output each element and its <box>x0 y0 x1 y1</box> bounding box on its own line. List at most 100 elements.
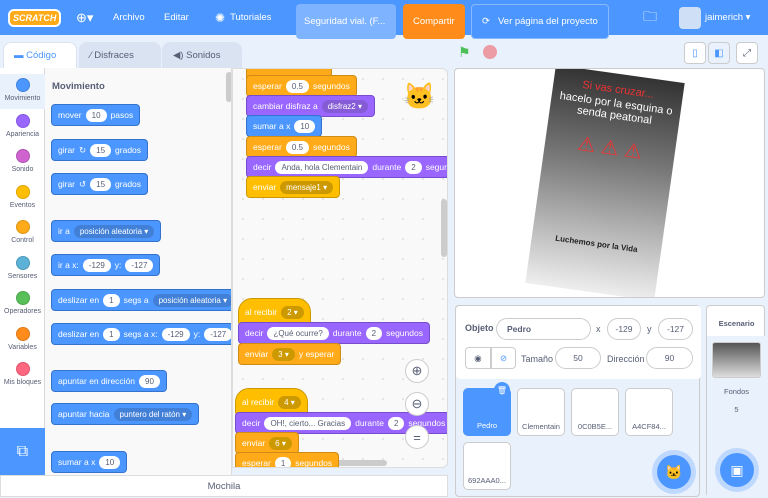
block-dropdown[interactable]: 6 ▾ <box>269 436 292 450</box>
block-input[interactable]: 15 <box>90 177 112 191</box>
tab-sonidos[interactable]: ◀) Sonidos <box>162 42 242 68</box>
block-ir-a[interactable]: ir a posición aleatoria ▾ <box>51 220 162 242</box>
block-input[interactable]: 10 <box>294 119 316 133</box>
share-button[interactable]: Compartir <box>403 4 465 39</box>
block-apuntar-hacia[interactable]: apuntar hacia puntero del ratón ▾ <box>51 403 200 425</box>
warning-icon: ⚠ ⚠ ⚠ <box>576 132 644 164</box>
block-apuntar-direccion[interactable]: apuntar en dirección 90 <box>51 370 167 392</box>
block-cambiar-disfraz[interactable]: cambiar disfraz a disfraz2 ▾ <box>246 95 375 117</box>
tab-disfraces[interactable]: ⁄ Disfraces <box>79 42 161 68</box>
category-control[interactable]: Control <box>0 216 45 251</box>
sprite-name-input[interactable]: Pedro <box>496 318 591 340</box>
block-input[interactable]: 0.5 <box>285 140 309 154</box>
block-input[interactable]: 10 <box>85 108 107 122</box>
large-stage-button[interactable]: ◧ <box>708 42 730 64</box>
block-input[interactable]: -127 <box>125 258 154 272</box>
block-enviar-y-esperar[interactable]: enviar 3 ▾ y esperar <box>238 343 342 365</box>
category-sensores[interactable]: Sensores <box>0 252 45 287</box>
block-dropdown[interactable]: puntero del ratón ▾ <box>113 407 193 421</box>
block-mover[interactable]: mover 10 pasos <box>51 104 141 126</box>
tab-codigo[interactable]: ▬ Código <box>3 42 77 68</box>
user-menu[interactable]: jaimerich ▾ <box>679 0 750 35</box>
zoom-out-button[interactable]: ⊖ <box>405 392 429 416</box>
block-sumar-x[interactable]: sumar a x 10 <box>246 115 323 137</box>
size-input[interactable]: 50 <box>555 347 601 369</box>
block-input[interactable]: -129 <box>82 258 111 272</box>
block-input[interactable]: 2 <box>387 416 405 430</box>
small-stage-button[interactable]: ▯ <box>684 42 706 64</box>
block-dropdown[interactable]: 4 ▾ <box>278 395 301 409</box>
block-decir[interactable]: decir ¿Qué ocurre? durante 2 segundos <box>238 322 430 344</box>
add-extension-button[interactable]: ⧉ <box>0 428 45 475</box>
block-sumar-x[interactable]: sumar a x 10 <box>51 451 128 473</box>
block-dropdown[interactable]: 2 ▾ <box>281 305 304 319</box>
block-input[interactable]: 1 <box>103 327 120 341</box>
fullscreen-button[interactable]: ⤢ <box>736 42 758 64</box>
zoom-in-button[interactable]: ⊕ <box>405 359 429 383</box>
delete-sprite-icon[interactable]: 🗑 <box>494 382 510 398</box>
block-input[interactable]: 2 <box>405 160 422 174</box>
block-decir[interactable]: decirAnda, hola Clementaindurante2segund… <box>246 156 447 178</box>
category-eventos[interactable]: Eventos <box>0 181 45 216</box>
add-backdrop-button[interactable]: ▣ <box>720 453 754 487</box>
block-input[interactable]: 2 <box>365 326 383 340</box>
menu-archivo[interactable]: Archivo <box>113 0 145 35</box>
category-sonido[interactable]: Sonido <box>0 145 45 180</box>
block-esperar[interactable]: esperar 0.5 segundos <box>246 75 357 97</box>
category-operadores[interactable]: Operadores <box>0 287 45 322</box>
green-flag-icon[interactable]: ⚑ <box>458 44 471 61</box>
category-mis-bloques[interactable]: Mis bloques <box>0 358 45 393</box>
stage-pane[interactable]: Escenario Fondos 5 ▣ <box>706 305 766 498</box>
menu-editar[interactable]: Editar <box>164 0 189 35</box>
project-title-input[interactable]: Seguridad vial. (F... <box>296 4 396 39</box>
block-dropdown[interactable]: disfraz2 ▾ <box>321 99 368 113</box>
block-girar-izquierda[interactable]: girar ↺ 15 grados <box>51 173 149 195</box>
stage-canvas[interactable]: Si vas cruzar... hacelo por la esquina o… <box>454 68 765 298</box>
block-deslizar-posicion[interactable]: deslizar en 1 segs a posición aleatoria ▾ <box>51 289 231 311</box>
category-variables[interactable]: Variables <box>0 323 45 358</box>
block-input[interactable]: 90 <box>139 374 160 388</box>
globe-icon[interactable]: ⊕▾ <box>76 0 93 35</box>
block-input[interactable]: OH!, cierto... Gracias <box>264 416 352 430</box>
block-input[interactable]: ¿Qué ocurre? <box>267 326 329 340</box>
block-input[interactable]: 0.5 <box>285 79 309 93</box>
scratch-logo[interactable]: SCRATCH <box>8 8 62 27</box>
folder-icon[interactable]: 🗀 <box>643 0 657 35</box>
block-ir-a-xy[interactable]: ir a x: -129 y: -127 <box>51 254 161 276</box>
block-input[interactable]: 1 <box>274 456 292 467</box>
block-input[interactable]: -127 <box>204 327 231 341</box>
sprite-tile[interactable]: 692AAA0... <box>463 442 511 490</box>
block-input[interactable]: -129 <box>161 327 190 341</box>
zoom-reset-button[interactable]: = <box>405 425 429 449</box>
y-input[interactable]: -127 <box>658 318 693 340</box>
block-input[interactable]: 10 <box>99 455 121 469</box>
block-dropdown[interactable]: mensaje1 ▾ <box>280 180 334 194</box>
block-enviar[interactable]: enviar mensaje1 ▾ <box>246 176 341 198</box>
menu-tutoriales[interactable]: ✺ Tutoriales <box>215 0 271 35</box>
block-dropdown[interactable]: 3 ▾ <box>272 347 295 361</box>
sprite-tile[interactable]: Clementain <box>517 388 565 436</box>
mochila-backpack[interactable]: Mochila <box>0 475 448 497</box>
category-apariencia[interactable]: Apariencia <box>0 110 45 145</box>
block-esperar[interactable]: esperar 1 segundos <box>235 452 340 467</box>
view-project-page-button[interactable]: ⟳ Ver página del proyecto <box>471 4 609 39</box>
block-dropdown[interactable]: posición aleatoria ▾ <box>152 293 231 307</box>
block-deslizar-xy[interactable]: deslizar en 1 segs a x: -129 y: -127 <box>51 323 231 345</box>
block-input[interactable]: 1 <box>103 293 120 307</box>
block-girar-derecha[interactable]: girar ↻ 15 grados <box>51 139 149 161</box>
stop-icon[interactable] <box>483 45 497 59</box>
hide-sprite-button[interactable]: ⊘ <box>491 347 516 369</box>
vertical-scrollbar[interactable] <box>441 199 447 257</box>
direction-input[interactable]: 90 <box>646 347 693 369</box>
block-input[interactable]: Anda, hola Clementain <box>275 160 369 174</box>
sprite-tile[interactable]: A4CF84... <box>625 388 673 436</box>
block-input[interactable]: 15 <box>90 143 112 157</box>
x-input[interactable]: -129 <box>607 318 641 340</box>
add-sprite-button[interactable]: 🐱 <box>657 455 691 489</box>
sprite-tile[interactable]: 0C0B5E... <box>571 388 619 436</box>
show-sprite-button[interactable]: ◉ <box>465 347 491 369</box>
category-movimiento[interactable]: Movimiento <box>0 74 45 109</box>
block-esperar[interactable]: esperar 0.5 segundos <box>246 136 357 158</box>
block-enviar[interactable]: enviar 6 ▾ <box>235 432 299 454</box>
block-dropdown[interactable]: posición aleatoria ▾ <box>73 224 155 238</box>
